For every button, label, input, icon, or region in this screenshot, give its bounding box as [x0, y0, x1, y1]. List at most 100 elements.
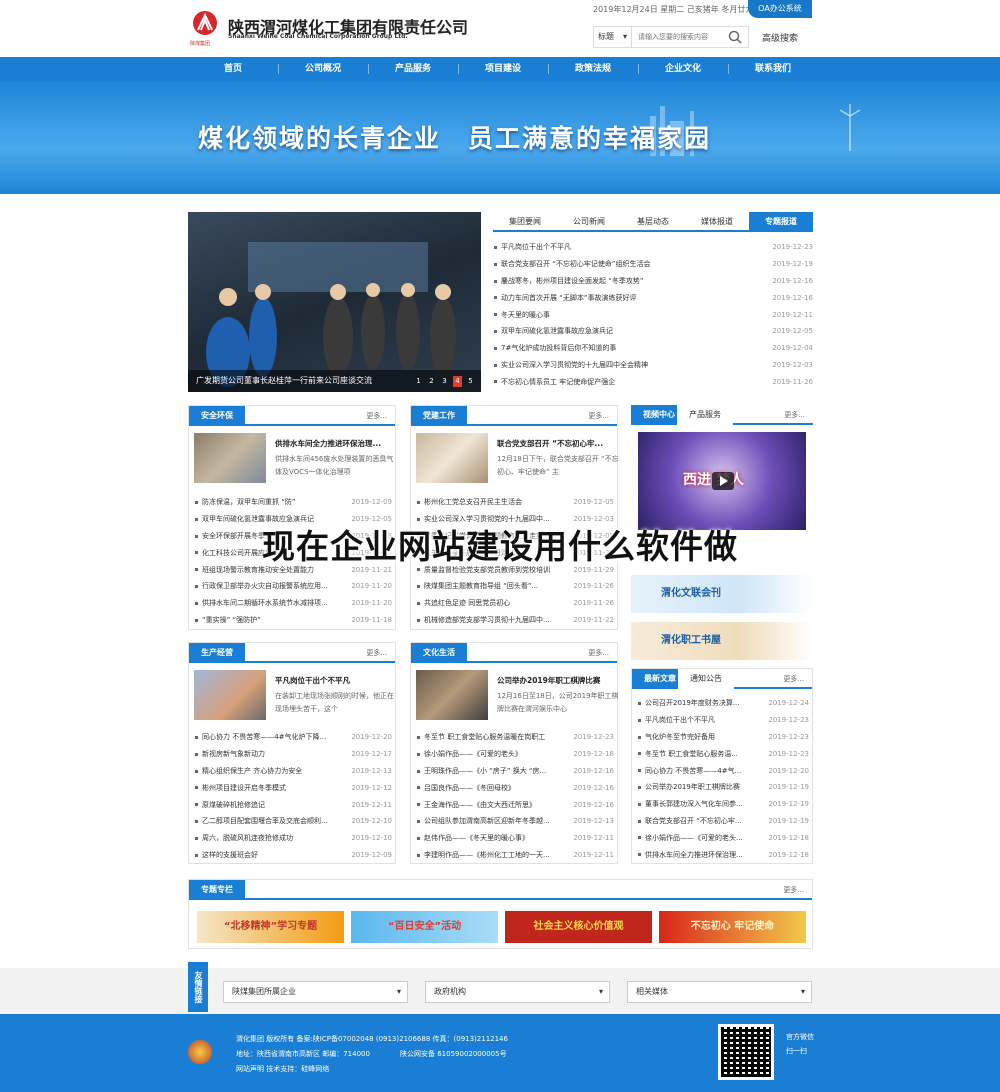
list-item-title[interactable]: 彬州化工党总支召开民主生活会: [424, 497, 564, 507]
list-item-title[interactable]: 防冻保温，双甲车间重抓 “防”: [202, 497, 342, 507]
tab-grassroots[interactable]: 基层动态: [621, 212, 685, 232]
list-item-title[interactable]: 王明珠作品——《小 “房子” 换大 “房...: [424, 766, 564, 776]
list-item-title[interactable]: 同心协力 不畏苦寒——4#气...: [645, 766, 768, 776]
list-item[interactable]: 冬至节 职工食堂贴心服务温... 2019-12-23: [637, 745, 809, 762]
list-item-title[interactable]: 原煤破碎机抢修追记: [202, 800, 342, 810]
nav-item-culture[interactable]: 企业文化: [638, 57, 728, 81]
list-item[interactable]: 彬州化工党总支召开民主生活会 2019-12-05: [416, 494, 614, 511]
news-item[interactable]: 双甲车间硫化氢泄露事故应急演兵记 2019-12-05: [493, 323, 813, 340]
link-select-media[interactable]: 相关媒体: [627, 981, 812, 1003]
slide-page-4[interactable]: 4: [453, 376, 462, 387]
list-item[interactable]: 彬州项目建设开启冬季模式 2019-12-12: [194, 779, 392, 796]
oa-system-button[interactable]: OA办公系统: [748, 0, 812, 18]
news-title[interactable]: 7#气化炉成功投料背后你不知道的事: [501, 343, 616, 353]
news-item[interactable]: 7#气化炉成功投料背后你不知道的事 2019-12-04: [493, 340, 813, 357]
news-item[interactable]: 动力车间首次开展 “无脚本”事故演练获好评 2019-12-16: [493, 289, 813, 306]
list-item[interactable]: 李建明作品——《彬州化工工地的一天... 2019-12-11: [416, 847, 614, 864]
list-item[interactable]: 王金海作品——《由文大西迁所思》 2019-12-16: [416, 796, 614, 813]
list-item-title[interactable]: 冬至节 职工食堂贴心服务温...: [645, 749, 768, 759]
list-item-title[interactable]: 气化炉冬至节完好备用: [645, 732, 768, 742]
list-item-title[interactable]: 联合党支部召开 “不忘初心牢...: [645, 816, 768, 826]
nav-item-policy[interactable]: 政策法规: [548, 57, 638, 81]
list-item[interactable]: 原煤破碎机抢修追记 2019-12-11: [194, 796, 392, 813]
list-item-title[interactable]: 彬州项目建设开启冬季模式: [202, 783, 342, 793]
news-title[interactable]: 联合党支部召开 “不忘初心牢记使命”组织生活会: [501, 259, 650, 269]
list-item-title[interactable]: 公司举办2019年职工棋牌比赛: [645, 782, 768, 792]
list-item-title[interactable]: 徐小娟作品——《可爱的老头...: [645, 833, 768, 843]
tab-media[interactable]: 媒体报道: [685, 212, 749, 232]
tab-notices[interactable]: 通知公告: [678, 669, 734, 689]
nav-item-contact[interactable]: 联系我们: [728, 57, 818, 81]
list-item[interactable]: 公司组队参加渭南高新区迎新年冬季越... 2019-12-13: [416, 813, 614, 830]
feature-title[interactable]: 供排水车间全力推进环保治理...: [275, 438, 395, 449]
tab-company-news[interactable]: 公司新闻: [557, 212, 621, 232]
news-title[interactable]: 平凡岗位干出个不平凡: [501, 242, 571, 252]
special-banner-4[interactable]: 不忘初心 牢记使命: [659, 911, 806, 943]
feature-image[interactable]: [194, 433, 266, 483]
list-item-title[interactable]: 赵伟作品——《冬天里的暖心事》: [424, 833, 564, 843]
list-item-title[interactable]: 公司组队参加渭南高新区迎新年冬季越...: [424, 816, 564, 826]
list-item-title[interactable]: 公司召开2019年度财务决算...: [645, 698, 768, 708]
list-item[interactable]: 供排水车间二期循环水系统节水减排项... 2019-11-20: [194, 595, 392, 612]
more-link[interactable]: 更多...: [366, 411, 387, 421]
list-item[interactable]: 公司举办2019年职工棋牌比赛 2019-12-19: [637, 779, 809, 796]
feature-title[interactable]: 公司举办2019年职工棋牌比赛: [497, 675, 617, 686]
list-item-title[interactable]: 机械修造部党支部学习贯彻十九届四中...: [424, 615, 564, 625]
advanced-search-link[interactable]: 高级搜索: [762, 31, 798, 44]
list-item-title[interactable]: 周六，脱硫风机连夜抢修成功: [202, 833, 342, 843]
news-item[interactable]: 实业公司深入学习贯彻党的十九届四中全会精神 2019-12-03: [493, 357, 813, 374]
list-item-title[interactable]: 王金海作品——《由文大西迁所思》: [424, 800, 564, 810]
list-item[interactable]: 赵伟作品——《冬天里的暖心事》 2019-12-11: [416, 830, 614, 847]
slide-page-5[interactable]: 5: [466, 376, 475, 387]
list-item-title[interactable]: 同心协力 不畏苦寒——4#气化炉下降...: [202, 732, 342, 742]
feature-image[interactable]: [416, 433, 488, 483]
nav-item-home[interactable]: 首页: [188, 57, 278, 81]
list-item[interactable]: 陕煤集团主题教育指导组 “回头看”... 2019-11-26: [416, 578, 614, 595]
news-item[interactable]: 不忘初心情系员工 牢记使命促产强企 2019-11-26: [493, 373, 813, 390]
news-slideshow[interactable]: 广发期货公司董事长赵桂萍一行前来公司座谈交流 1 2 3 4 5: [188, 212, 481, 392]
list-item[interactable]: 供排水车间全力推进环保治理... 2019-12-18: [637, 846, 809, 863]
list-item-title[interactable]: 吕国良作品——《冬回母校》: [424, 783, 564, 793]
list-item[interactable]: 共追红色足迹 同思党员初心 2019-11-26: [416, 595, 614, 612]
list-item-title[interactable]: 平凡岗位干出个不平凡: [645, 715, 768, 725]
list-item[interactable]: 这样的支援班会好 2019-12-09: [194, 847, 392, 864]
news-title[interactable]: 实业公司深入学习贯彻党的十九届四中全会精神: [501, 360, 648, 370]
more-link[interactable]: 更多...: [588, 411, 609, 421]
list-item-title[interactable]: 这样的支援班会好: [202, 850, 342, 860]
list-item[interactable]: 防冻保温，双甲车间重抓 “防” 2019-12-09: [194, 494, 392, 511]
list-item[interactable]: 周六，脱硫风机连夜抢修成功 2019-12-10: [194, 830, 392, 847]
news-title[interactable]: 不忘初心情系员工 牢记使命促产强企: [501, 377, 615, 387]
list-item[interactable]: 公司召开2019年度财务决算... 2019-12-24: [637, 695, 809, 712]
news-item[interactable]: 平凡岗位干出个不平凡 2019-12-23: [493, 239, 813, 256]
list-item[interactable]: 行政保卫部举办火灾自动报警系统应用... 2019-11-20: [194, 578, 392, 595]
more-link[interactable]: 更多...: [783, 674, 804, 684]
list-item[interactable]: 新视房新气象新动力 2019-12-17: [194, 746, 392, 763]
list-item[interactable]: 王明珠作品——《小 “房子” 换大 “房... 2019-12-16: [416, 763, 614, 780]
list-item-title[interactable]: 乙二醇项目配套围堰合率及交底会顺利...: [202, 816, 342, 826]
special-banner-2[interactable]: “百日安全”活动: [351, 911, 498, 943]
list-item-title[interactable]: 共追红色足迹 同思党员初心: [424, 598, 564, 608]
list-item[interactable]: 吕国良作品——《冬回母校》 2019-12-16: [416, 779, 614, 796]
feature-title[interactable]: 平凡岗位干出个不平凡: [275, 675, 395, 686]
link-select-group[interactable]: 陕煤集团所属企业: [223, 981, 408, 1003]
feature-image[interactable]: [194, 670, 266, 720]
list-item[interactable]: 机械修造部党支部学习贯彻十九届四中... 2019-11-22: [416, 612, 614, 629]
slide-page-3[interactable]: 3: [440, 376, 449, 387]
nav-item-products[interactable]: 产品服务: [368, 57, 458, 81]
tab-products[interactable]: 产品服务: [677, 405, 733, 425]
search-icon[interactable]: [728, 30, 742, 44]
list-item[interactable]: 同心协力 不畏苦寒——4#气... 2019-12-20: [637, 762, 809, 779]
list-item[interactable]: 平凡岗位干出个不平凡 2019-12-23: [637, 712, 809, 729]
video-player[interactable]: 西进 梦人: [638, 432, 806, 530]
tab-group-news[interactable]: 集团要闻: [493, 212, 557, 232]
list-item-title[interactable]: 供排水车间全力推进环保治理...: [645, 850, 768, 860]
list-item-title[interactable]: 李建明作品——《彬州化工工地的一天...: [424, 850, 564, 860]
news-item[interactable]: 冬天里的暖心事 2019-12-11: [493, 306, 813, 323]
news-item[interactable]: 联合党支部召开 “不忘初心牢记使命”组织生活会 2019-12-19: [493, 256, 813, 273]
footer-statement[interactable]: 网站声明 技术支持：硅峰网络: [236, 1064, 329, 1074]
list-item-title[interactable]: 行政保卫部举办火灾自动报警系统应用...: [202, 581, 342, 591]
list-item-title[interactable]: 冬至节 职工食堂贴心服务温暖在岗职工: [424, 732, 564, 742]
news-title[interactable]: 双甲车间硫化氢泄露事故应急演兵记: [501, 326, 613, 336]
list-item-title[interactable]: 精心组织保生产 齐心协力为安全: [202, 766, 342, 776]
search-type-select[interactable]: 标题: [594, 27, 632, 47]
